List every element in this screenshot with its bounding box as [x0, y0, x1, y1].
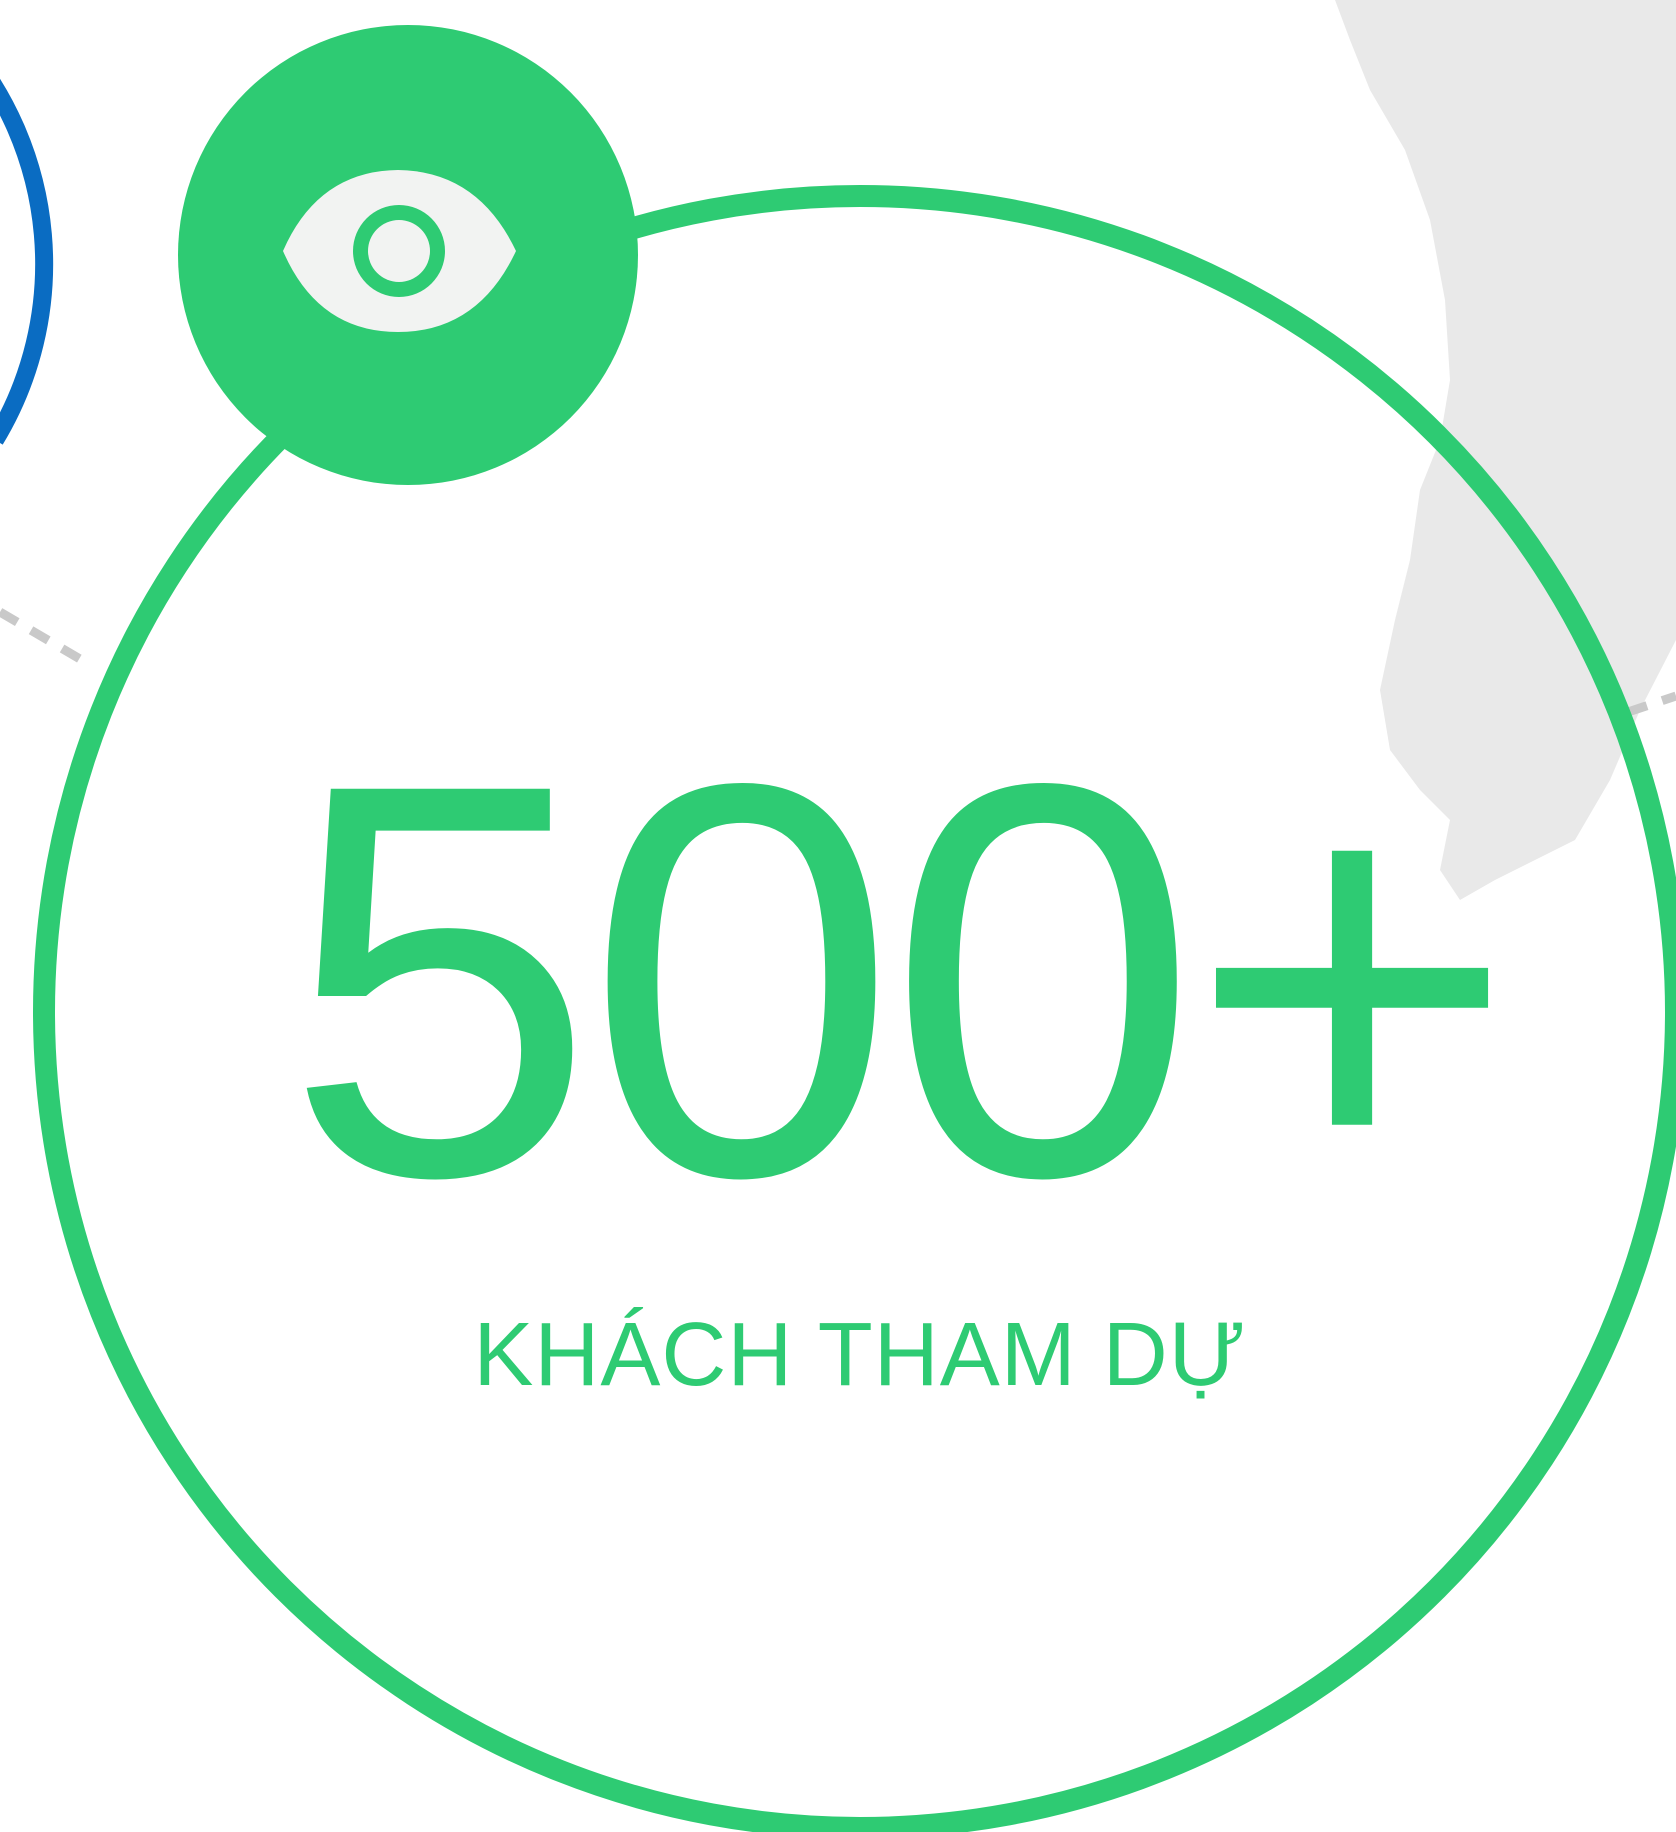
stat-card-canvas: 500+ KHÁCH THAM DỰ — [0, 0, 1676, 1832]
icon-badge — [178, 25, 638, 485]
badge-shape — [178, 25, 638, 485]
stat-label: KHÁCH THAM DỰ — [473, 1305, 1247, 1405]
stat-value: 500+ — [284, 667, 1515, 1293]
